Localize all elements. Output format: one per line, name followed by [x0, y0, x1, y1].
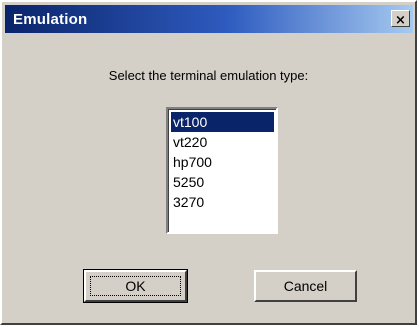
close-icon: ×: [395, 13, 406, 28]
title-bar[interactable]: Emulation ×: [5, 5, 413, 33]
dialog-title: Emulation: [13, 11, 88, 28]
list-item-5250[interactable]: 5250: [171, 172, 274, 192]
emulation-dialog: Emulation × Select the terminal emulatio…: [0, 0, 417, 325]
close-button[interactable]: ×: [391, 10, 410, 28]
cancel-button-label: Cancel: [283, 278, 328, 294]
emulation-listbox[interactable]: vt100 vt220 hp700 5250 3270: [166, 107, 278, 234]
list-item-hp700[interactable]: hp700: [171, 152, 274, 172]
list-item-vt100[interactable]: vt100: [171, 112, 274, 132]
focus-ring: [90, 276, 181, 296]
cancel-button[interactable]: Cancel: [254, 270, 357, 302]
list-item-vt220[interactable]: vt220: [171, 132, 274, 152]
emulation-prompt: Select the terminal emulation type:: [108, 68, 309, 83]
list-item-3270[interactable]: 3270: [171, 192, 274, 212]
ok-button[interactable]: OK: [83, 269, 188, 303]
